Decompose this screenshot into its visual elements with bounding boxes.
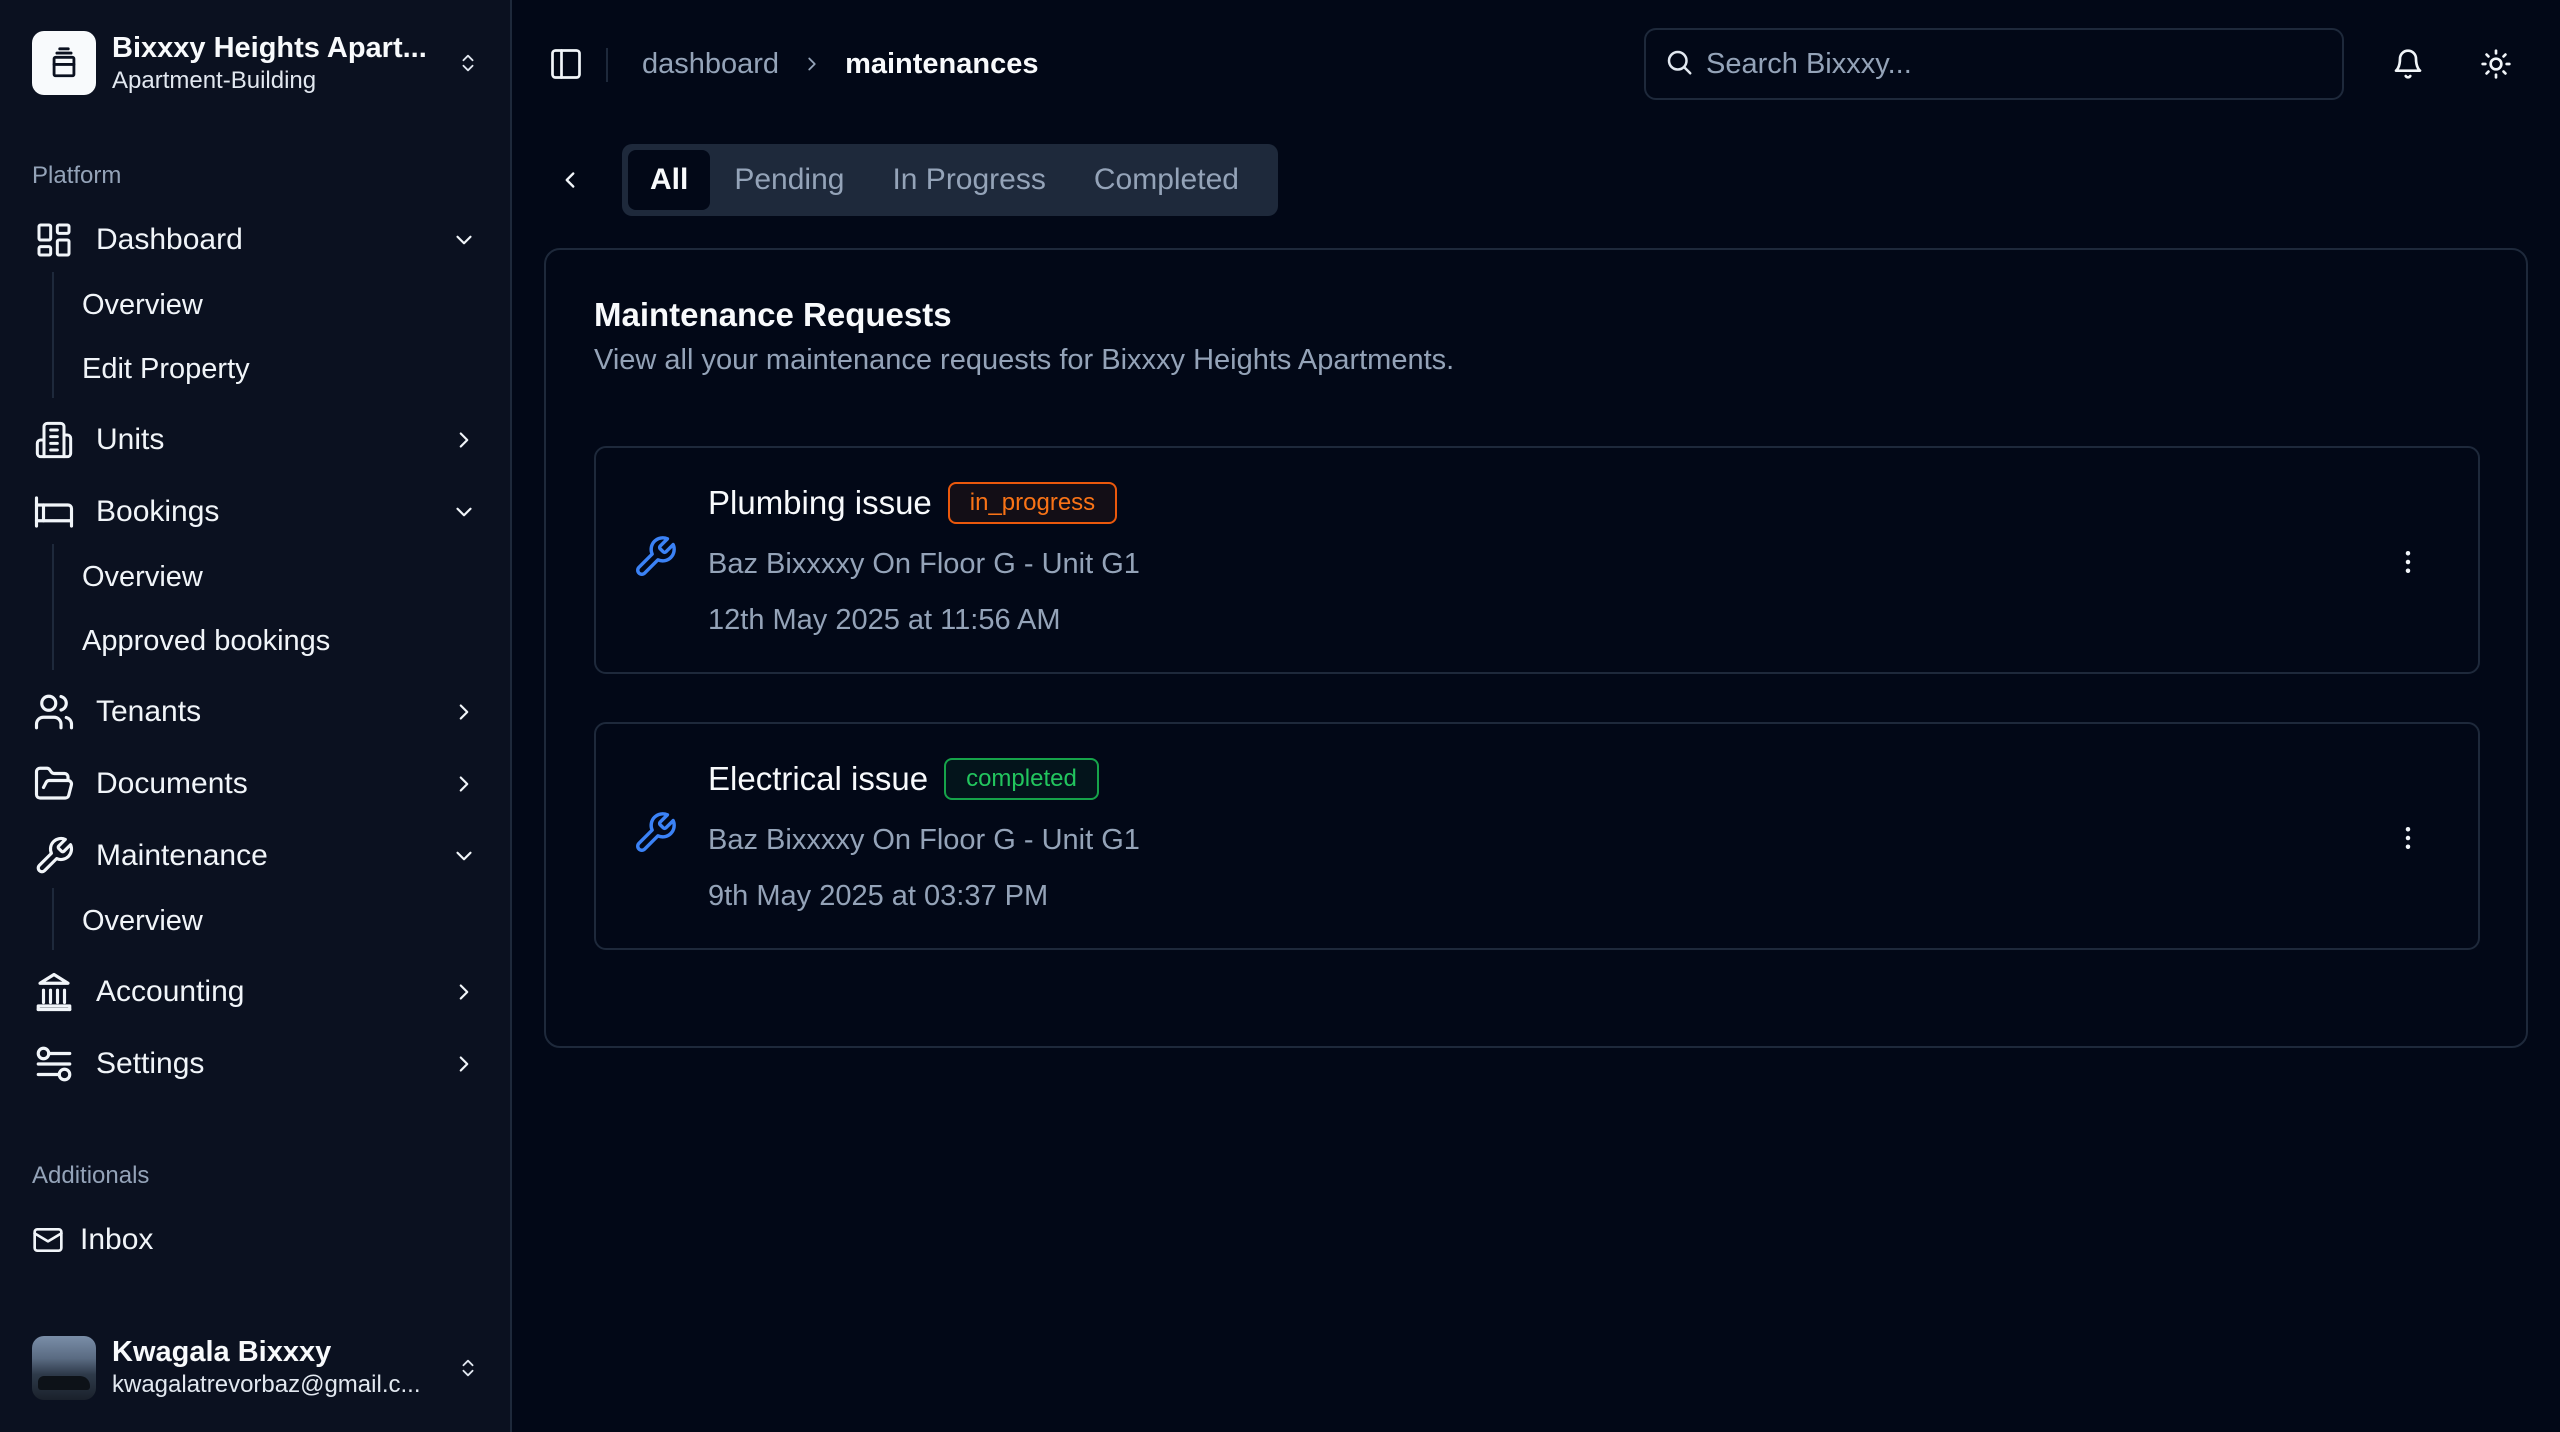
sidebar-item-settings[interactable]: Settings [32, 1036, 482, 1092]
settings-toggles-icon [32, 1042, 76, 1086]
building-icon [32, 31, 96, 95]
search-icon [1664, 47, 1694, 82]
status-tabs: All Pending In Progress Completed [622, 144, 1278, 216]
org-type: Apartment-Building [112, 67, 317, 94]
breadcrumb-dashboard[interactable]: dashboard [642, 48, 779, 81]
bell-icon[interactable] [2388, 44, 2428, 84]
chevron-right-icon [446, 1046, 482, 1082]
search-box[interactable] [1644, 28, 2344, 100]
chevron-down-icon [446, 222, 482, 258]
sidebar-subitem-approved-bookings[interactable]: Approved bookings [82, 616, 330, 666]
user-menu[interactable]: Kwagala Bixxxy kwagalatrevorbaz@gmail.c.… [32, 1333, 482, 1403]
tab-completed[interactable]: Completed [1070, 150, 1263, 210]
wrench-icon [32, 834, 76, 878]
platform-group-label: Platform [32, 162, 122, 189]
chevron-right-icon [446, 422, 482, 458]
chevron-down-icon [446, 838, 482, 874]
sidebar-item-label: Tenants [96, 695, 202, 728]
wrench-icon [632, 810, 682, 860]
sidebar-item-label: Inbox [80, 1223, 154, 1256]
main-content: dashboard maintenances Search Bixxxy... … [512, 0, 2560, 1432]
tab-in-progress[interactable]: In Progress [868, 150, 1069, 210]
sidebar-item-label: Units [96, 423, 165, 456]
chevron-left-icon [565, 172, 575, 188]
card-title: Maintenance Requests [594, 296, 952, 333]
divider [606, 48, 608, 82]
sidebar-item-bookings[interactable]: Bookings [32, 484, 482, 540]
users-icon [32, 690, 76, 734]
card-description: View all your maintenance requests for B… [594, 344, 1455, 376]
sidebar-item-units[interactable]: Units [32, 412, 482, 468]
sidebar-item-accounting[interactable]: Accounting [32, 964, 482, 1020]
more-vertical-icon[interactable] [2390, 818, 2426, 858]
sidebar-item-label: Settings [96, 1047, 205, 1080]
topbar: dashboard maintenances [512, 0, 2560, 128]
sidebar: Bixxxy Heights Apart... Apartment-Buildi… [0, 0, 512, 1432]
back-button[interactable] [552, 160, 588, 200]
sidebar-item-label: Bookings [96, 495, 220, 528]
landmark-icon [32, 970, 76, 1014]
sidebar-item-documents[interactable]: Documents [32, 756, 482, 812]
layout-dashboard-icon [32, 218, 76, 262]
submenu-line [52, 888, 54, 950]
sun-icon[interactable] [2476, 44, 2516, 84]
request-title: Electrical issue [708, 760, 929, 797]
bed-icon [32, 490, 76, 534]
sidebar-item-tenants[interactable]: Tenants [32, 684, 482, 740]
breadcrumb-current: maintenances [845, 47, 1039, 80]
sidebar-item-dashboard[interactable]: Dashboard [32, 212, 482, 268]
panel-left-icon[interactable] [546, 44, 586, 84]
search-input[interactable] [1706, 47, 2306, 81]
sidebar-item-maintenance[interactable]: Maintenance [32, 828, 482, 884]
sidebar-item-label: Dashboard [96, 223, 243, 256]
sidebar-subitem-edit-property[interactable]: Edit Property [82, 344, 250, 394]
sidebar-subitem-dashboard-overview[interactable]: Overview [82, 280, 203, 330]
chevrons-up-down-icon [454, 1348, 482, 1388]
chevron-down-icon [446, 494, 482, 530]
breadcrumb: dashboard maintenances [642, 44, 1038, 84]
chevrons-up-down-icon [454, 43, 482, 83]
request-date: 12th May 2025 at 11:56 AM [708, 604, 1061, 636]
org-name: Bixxxy Heights Apart... [112, 32, 427, 64]
status-badge: in_progress [947, 482, 1118, 524]
more-vertical-icon[interactable] [2390, 542, 2426, 582]
sidebar-subitem-maintenance-overview[interactable]: Overview [82, 896, 203, 946]
sidebar-subitem-bookings-overview[interactable]: Overview [82, 552, 203, 602]
org-switcher[interactable]: Bixxxy Heights Apart... Apartment-Buildi… [32, 30, 482, 96]
request-title: Plumbing issue [708, 484, 932, 521]
chevron-right-icon [446, 974, 482, 1010]
sidebar-item-label: Maintenance [96, 839, 268, 872]
chevron-right-icon [446, 694, 482, 730]
chevron-right-icon [801, 53, 823, 75]
mail-icon [32, 1218, 64, 1262]
maintenance-requests-card: Maintenance Requests View all your maint… [544, 248, 2528, 1048]
user-email: kwagalatrevorbaz@gmail.c... [112, 1371, 421, 1398]
sidebar-item-inbox[interactable]: Inbox [32, 1212, 482, 1268]
additionals-group-label: Additionals [32, 1162, 150, 1189]
avatar [32, 1336, 96, 1400]
status-badge: completed [944, 758, 1099, 800]
chevron-right-icon [446, 766, 482, 802]
submenu-line [52, 544, 54, 670]
request-item[interactable]: Electrical issue completed Baz Bixxxxy O… [594, 722, 2480, 950]
sidebar-item-label: Accounting [96, 975, 245, 1008]
sidebar-item-label: Documents [96, 767, 248, 800]
wrench-icon [632, 534, 682, 584]
request-date: 9th May 2025 at 03:37 PM [708, 880, 1049, 912]
tab-pending[interactable]: Pending [710, 150, 868, 210]
folder-open-icon [32, 762, 76, 806]
building-2-icon [32, 418, 76, 462]
tab-all[interactable]: All [628, 150, 711, 210]
request-location: Baz Bixxxxy On Floor G - Unit G1 [708, 548, 1140, 580]
submenu-line [52, 272, 54, 398]
user-name: Kwagala Bixxxy [112, 1336, 332, 1368]
request-location: Baz Bixxxxy On Floor G - Unit G1 [708, 824, 1140, 856]
request-item[interactable]: Plumbing issue in_progress Baz Bixxxxy O… [594, 446, 2480, 674]
